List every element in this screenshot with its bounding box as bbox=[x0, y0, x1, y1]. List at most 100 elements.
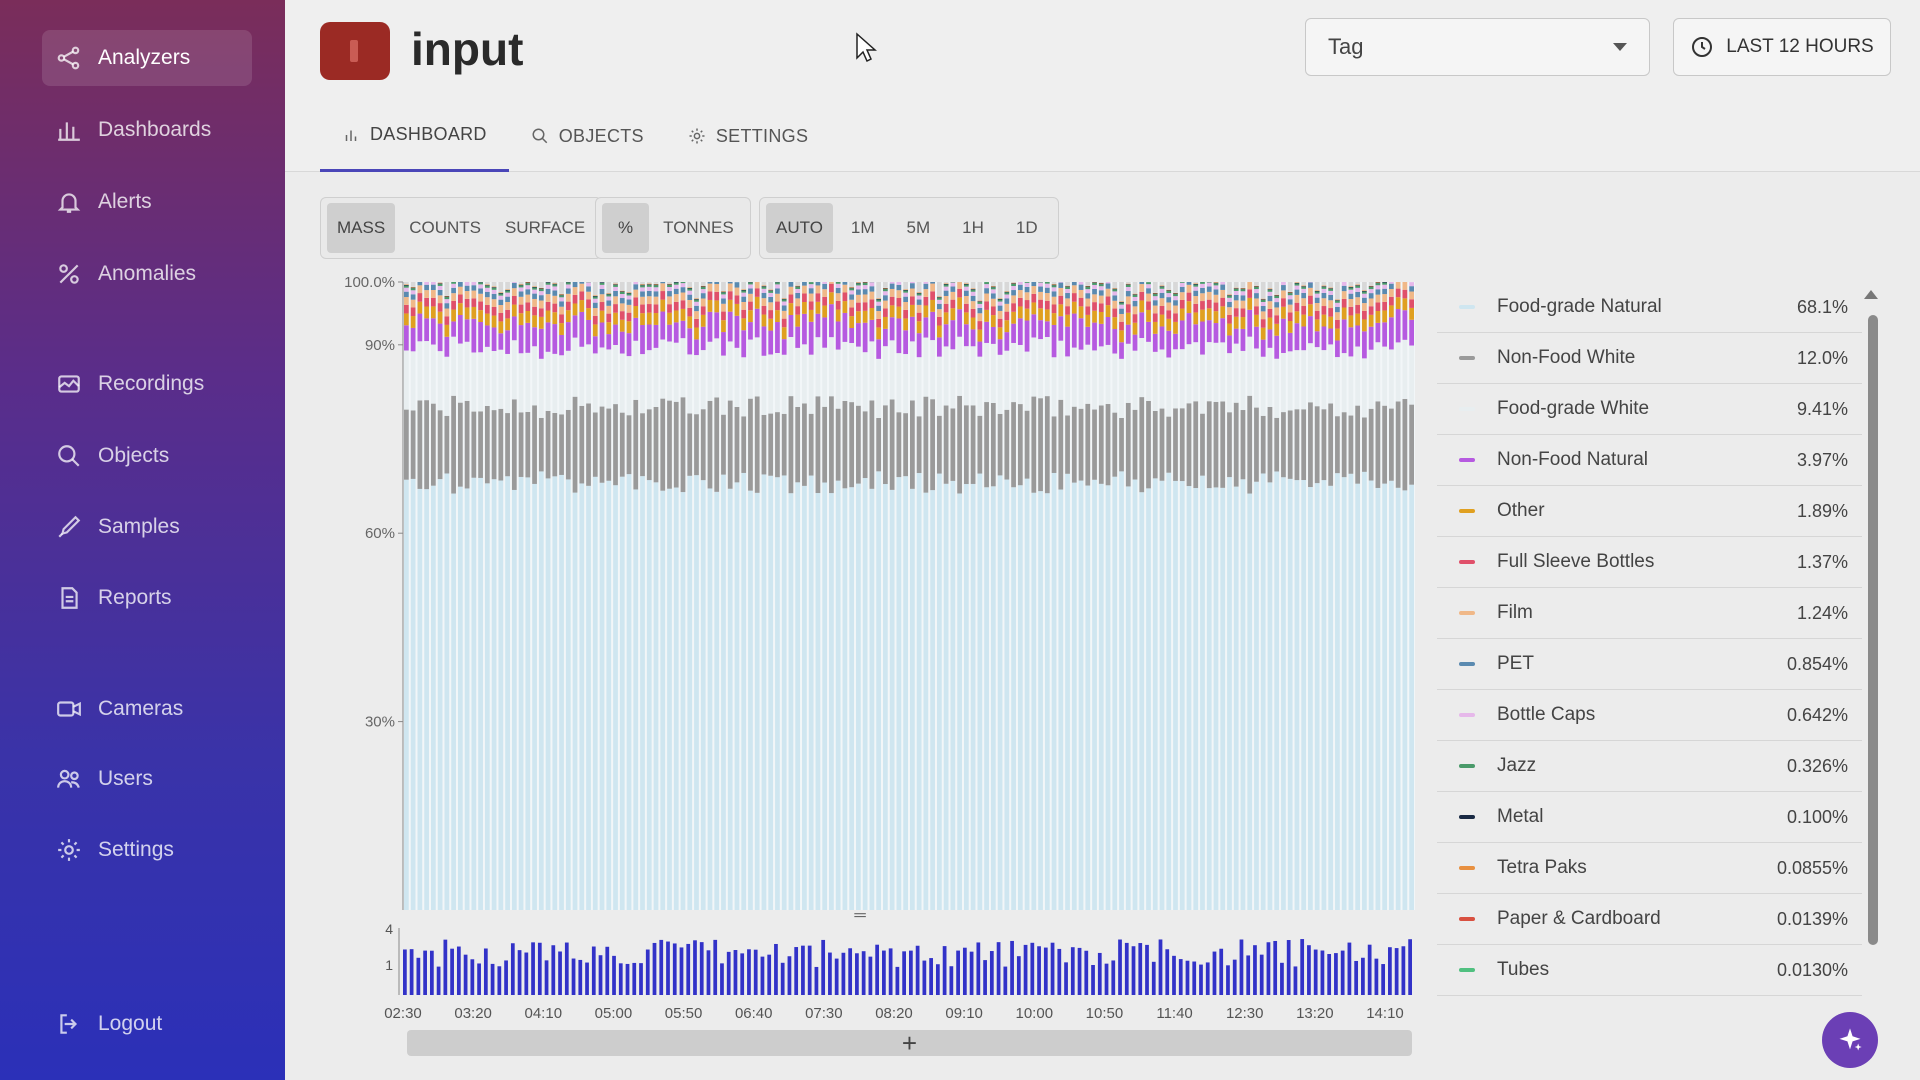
bar-segment bbox=[1065, 314, 1070, 327]
toggle-auto[interactable]: AUTO bbox=[766, 203, 833, 253]
toggle-counts[interactable]: COUNTS bbox=[399, 203, 491, 253]
bar-segment bbox=[936, 303, 942, 310]
logout-button[interactable]: Logout bbox=[42, 996, 252, 1052]
bar-segment bbox=[525, 352, 531, 412]
bar-segment bbox=[1287, 304, 1293, 313]
bar-segment bbox=[606, 480, 612, 910]
overview-bar bbox=[787, 956, 792, 995]
toggle-tonnes[interactable]: TONNES bbox=[653, 203, 744, 253]
legend-scrollbar[interactable] bbox=[1868, 315, 1878, 945]
bar-segment bbox=[916, 293, 922, 296]
bar-segment bbox=[936, 316, 942, 326]
sidebar-item-objects[interactable]: Objects bbox=[42, 428, 252, 484]
bar-segment bbox=[957, 288, 962, 298]
bar-segment bbox=[673, 282, 679, 285]
scroll-up-icon[interactable] bbox=[1864, 290, 1878, 299]
legend-row[interactable]: Metal 0.100% bbox=[1437, 792, 1862, 843]
toggle-5m[interactable]: 5M bbox=[893, 203, 945, 253]
overview-bar bbox=[558, 951, 562, 995]
legend-row[interactable]: Jazz 0.326% bbox=[1437, 741, 1862, 792]
bar-segment bbox=[694, 301, 699, 306]
bar-segment bbox=[478, 352, 483, 412]
toggle-1h[interactable]: 1H bbox=[948, 203, 998, 253]
bar-segment bbox=[673, 322, 679, 343]
range-selector[interactable]: + bbox=[407, 1028, 1412, 1059]
bar-segment bbox=[741, 289, 747, 291]
toggle-mass[interactable]: MASS bbox=[327, 203, 396, 253]
legend-series-value: 9.41% bbox=[1796, 398, 1848, 419]
sidebar-item-reports[interactable]: Reports bbox=[42, 570, 252, 626]
bar-segment bbox=[1328, 294, 1334, 301]
bar-segment bbox=[1348, 356, 1354, 416]
bar-segment bbox=[586, 319, 591, 345]
bar-segment bbox=[545, 351, 551, 411]
bar-segment bbox=[1375, 302, 1381, 312]
overview-bar bbox=[571, 958, 576, 995]
bar-segment bbox=[471, 306, 477, 319]
bar-segment bbox=[963, 286, 969, 291]
sidebar-item-dashboards[interactable]: Dashboards bbox=[42, 102, 252, 158]
tab-settings[interactable]: SETTINGS bbox=[666, 100, 830, 172]
bar-segment bbox=[1011, 342, 1016, 403]
sidebar-item-samples[interactable]: Samples bbox=[42, 499, 252, 555]
toggle-percent[interactable]: % bbox=[602, 203, 650, 253]
legend-row[interactable]: Bottle Caps 0.642% bbox=[1437, 690, 1862, 741]
bar-segment bbox=[990, 289, 996, 294]
bar-segment bbox=[552, 476, 558, 910]
legend-row[interactable]: Film 1.24% bbox=[1437, 588, 1862, 639]
legend-row[interactable]: Food-grade Natural 68.1% bbox=[1437, 282, 1862, 333]
legend-row[interactable]: Tubes 0.0130% bbox=[1437, 945, 1862, 996]
bar-segment bbox=[640, 413, 645, 477]
legend-row[interactable]: Non-Food White 12.0% bbox=[1437, 333, 1862, 384]
sidebar-item-users[interactable]: Users bbox=[42, 751, 252, 807]
sidebar-item-analyzers[interactable]: Analyzers bbox=[42, 30, 252, 86]
bar-segment bbox=[1227, 335, 1232, 354]
bar-segment bbox=[619, 291, 625, 292]
toggle-surface[interactable]: SURFACE bbox=[495, 203, 595, 253]
bar-segment bbox=[943, 295, 949, 304]
sidebar-item-cameras[interactable]: Cameras bbox=[42, 681, 252, 737]
bar-segment bbox=[1321, 350, 1327, 410]
toggle-1m[interactable]: 1M bbox=[837, 203, 889, 253]
legend-row[interactable]: Full Sleeve Bottles 1.37% bbox=[1437, 537, 1862, 588]
time-range-button[interactable]: LAST 12 HOURS bbox=[1673, 18, 1891, 76]
bar-segment bbox=[734, 287, 740, 296]
bar-segment bbox=[505, 302, 510, 310]
bar-segment bbox=[1409, 291, 1414, 300]
overview-bar bbox=[409, 949, 414, 995]
toggle-1d[interactable]: 1D bbox=[1002, 203, 1052, 253]
legend-row[interactable]: Other 1.89% bbox=[1437, 486, 1862, 537]
legend-row[interactable]: Non-Food Natural 3.97% bbox=[1437, 435, 1862, 486]
bar-segment bbox=[484, 325, 490, 347]
assistant-button[interactable] bbox=[1822, 1012, 1878, 1068]
tag-select[interactable]: Tag bbox=[1305, 18, 1650, 76]
bar-segment bbox=[559, 295, 564, 298]
bar-segment bbox=[1274, 323, 1280, 336]
tab-objects[interactable]: OBJECTS bbox=[509, 100, 666, 172]
legend-row[interactable]: Paper & Cardboard 0.0139% bbox=[1437, 894, 1862, 945]
legend-row[interactable]: Tetra Paks 0.0855% bbox=[1437, 843, 1862, 894]
bar-segment bbox=[1287, 293, 1293, 296]
sidebar-item-settings[interactable]: Settings bbox=[42, 822, 252, 878]
bar-segment bbox=[619, 282, 625, 291]
legend-row[interactable]: Food-grade White 9.41% bbox=[1437, 384, 1862, 435]
bar-segment bbox=[748, 310, 753, 323]
legend-swatch bbox=[1459, 866, 1475, 870]
bar-segment bbox=[1362, 417, 1367, 472]
overview-bar bbox=[1259, 954, 1264, 995]
bar-segment bbox=[1335, 306, 1340, 313]
sidebar-item-anomalies[interactable]: Anomalies bbox=[42, 246, 252, 302]
bar-segment bbox=[1031, 492, 1037, 910]
overview-bar bbox=[1023, 944, 1028, 995]
bar-segment bbox=[1395, 401, 1401, 488]
bar-segment bbox=[876, 471, 882, 910]
bar-segment bbox=[1146, 282, 1151, 285]
bar-segment bbox=[1193, 303, 1199, 313]
plus-icon[interactable]: + bbox=[902, 1028, 917, 1059]
sidebar-item-alerts[interactable]: Alerts bbox=[42, 174, 252, 230]
stacked-bar-chart[interactable]: 100.0%90%60%30%41═02:30 03:20 04:10 05:00 05… bbox=[285, 270, 1435, 1030]
sidebar-item-recordings[interactable]: Recordings bbox=[42, 356, 252, 412]
legend-row[interactable]: PET 0.854% bbox=[1437, 639, 1862, 690]
bar-segment bbox=[505, 292, 510, 297]
tab-dashboard[interactable]: DASHBOARD bbox=[320, 100, 509, 172]
